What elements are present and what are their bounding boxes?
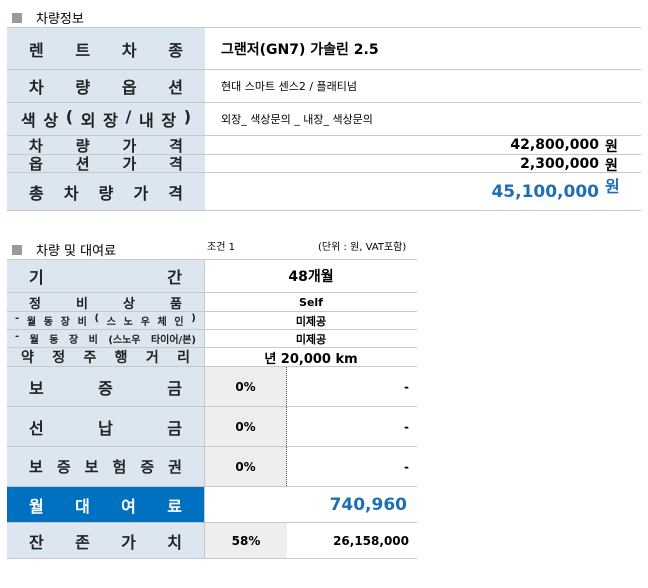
residual-amount: 26,158,000 bbox=[333, 533, 409, 548]
car-model-value: 그랜저(GN7) 가솔린 2.5 bbox=[221, 41, 379, 58]
table-row: 정비 상품 Self bbox=[7, 293, 417, 312]
guarantee-insurance-amount: - bbox=[404, 459, 409, 474]
row-label: -월 동장 비( 스노 우체 인) bbox=[7, 312, 205, 329]
condition-label: 조건 1 bbox=[207, 242, 235, 253]
row-label: 차량 옵션 bbox=[7, 70, 205, 102]
prepayment-percent: 0% bbox=[205, 407, 287, 446]
table-row: 렌트 차종 그랜저(GN7) 가솔린 2.5 bbox=[7, 28, 641, 70]
car-price-value: 42,800,000 bbox=[510, 137, 599, 153]
table-row: 선납 금 0% - bbox=[7, 407, 417, 447]
row-label: 약정 주행 거리 bbox=[7, 348, 205, 366]
vehicle-info-table: 렌트 차종 그랜저(GN7) 가솔린 2.5 차량 옵션 현대 스마트 센스2 … bbox=[7, 27, 641, 211]
period-value: 48개월 bbox=[288, 269, 334, 285]
mileage-value: 년 20,000 km bbox=[264, 351, 358, 367]
square-bullet-icon bbox=[12, 12, 22, 23]
row-label: 옵션 가격 bbox=[7, 155, 205, 173]
table-row: -월 동장 비 (스노우 타이어/본) 미제공 bbox=[7, 330, 417, 348]
color-value: 외장_ 색상문의 _ 내장_ 색상문의 bbox=[221, 113, 373, 126]
snow-chain-value: 미제공 bbox=[295, 314, 327, 328]
option-price-value: 2,300,000 bbox=[520, 155, 599, 172]
deposit-amount: - bbox=[404, 379, 409, 394]
table-row: 보증 금 0% - bbox=[7, 367, 417, 407]
snow-tire-value: 미제공 bbox=[295, 332, 327, 346]
section-rental-header: 차량 및 대여료 bbox=[12, 240, 116, 259]
residual-percent: 58% bbox=[205, 523, 287, 558]
unit-note: (단위 : 원, VAT포함) bbox=[318, 242, 407, 253]
table-row: 기간 48개월 bbox=[7, 260, 417, 293]
section-title: 차량정보 bbox=[36, 12, 84, 27]
table-row: 옵션 가격 2,300,000 원 bbox=[7, 155, 641, 174]
table-row: 보증 보험 증권 0% - bbox=[7, 447, 417, 487]
row-label: 보증 금 bbox=[7, 367, 205, 406]
total-price-value: 45,100,000 bbox=[491, 181, 599, 202]
section-title: 차량 및 대여료 bbox=[36, 244, 117, 259]
monthly-fee-value: 740,960 bbox=[329, 494, 407, 515]
row-label: 정비 상품 bbox=[7, 293, 205, 312]
currency-unit: 원 bbox=[605, 139, 618, 155]
table-row: 잔존 가치 58% 26,158,000 bbox=[7, 523, 417, 559]
row-label: 렌트 차종 bbox=[7, 28, 205, 69]
currency-unit: 원 bbox=[605, 177, 620, 196]
table-row: 차량 옵션 현대 스마트 센스2 / 플래티넘 bbox=[7, 70, 641, 103]
table-row: 월대 여료 740,960 bbox=[7, 487, 417, 523]
table-row: 총차 량가 격 45,100,000 원 bbox=[7, 173, 641, 211]
row-label: 기간 bbox=[7, 260, 205, 292]
row-label: 총차 량가 격 bbox=[7, 173, 205, 210]
guarantee-insurance-percent: 0% bbox=[205, 447, 287, 486]
row-label: -월 동장 비 (스노우 타이어/본) bbox=[7, 330, 205, 347]
prepayment-amount: - bbox=[404, 419, 409, 434]
table-row: 색상 (외 장 / 내장 ) 외장_ 색상문의 _ 내장_ 색상문의 bbox=[7, 103, 641, 136]
table-row: -월 동장 비( 스노 우체 인) 미제공 bbox=[7, 312, 417, 330]
deposit-percent: 0% bbox=[205, 367, 287, 406]
rental-table: 기간 48개월 정비 상품 Self -월 동장 비( 스노 우체 인) 미제공 bbox=[7, 259, 417, 559]
table-row: 약정 주행 거리 년 20,000 km bbox=[7, 348, 417, 367]
row-label: 월대 여료 bbox=[7, 487, 205, 522]
section-vehicle-info-header: 차량정보 bbox=[12, 8, 84, 27]
currency-unit: 원 bbox=[605, 158, 618, 174]
row-label: 선납 금 bbox=[7, 407, 205, 446]
row-label: 보증 보험 증권 bbox=[7, 447, 205, 486]
square-bullet-icon bbox=[12, 244, 22, 255]
car-option-value: 현대 스마트 센스2 / 플래티넘 bbox=[221, 80, 358, 93]
row-label: 잔존 가치 bbox=[7, 523, 205, 558]
row-label: 색상 (외 장 / 내장 ) bbox=[7, 103, 205, 135]
row-label: 차량 가격 bbox=[7, 136, 205, 155]
maintenance-value: Self bbox=[299, 295, 323, 309]
